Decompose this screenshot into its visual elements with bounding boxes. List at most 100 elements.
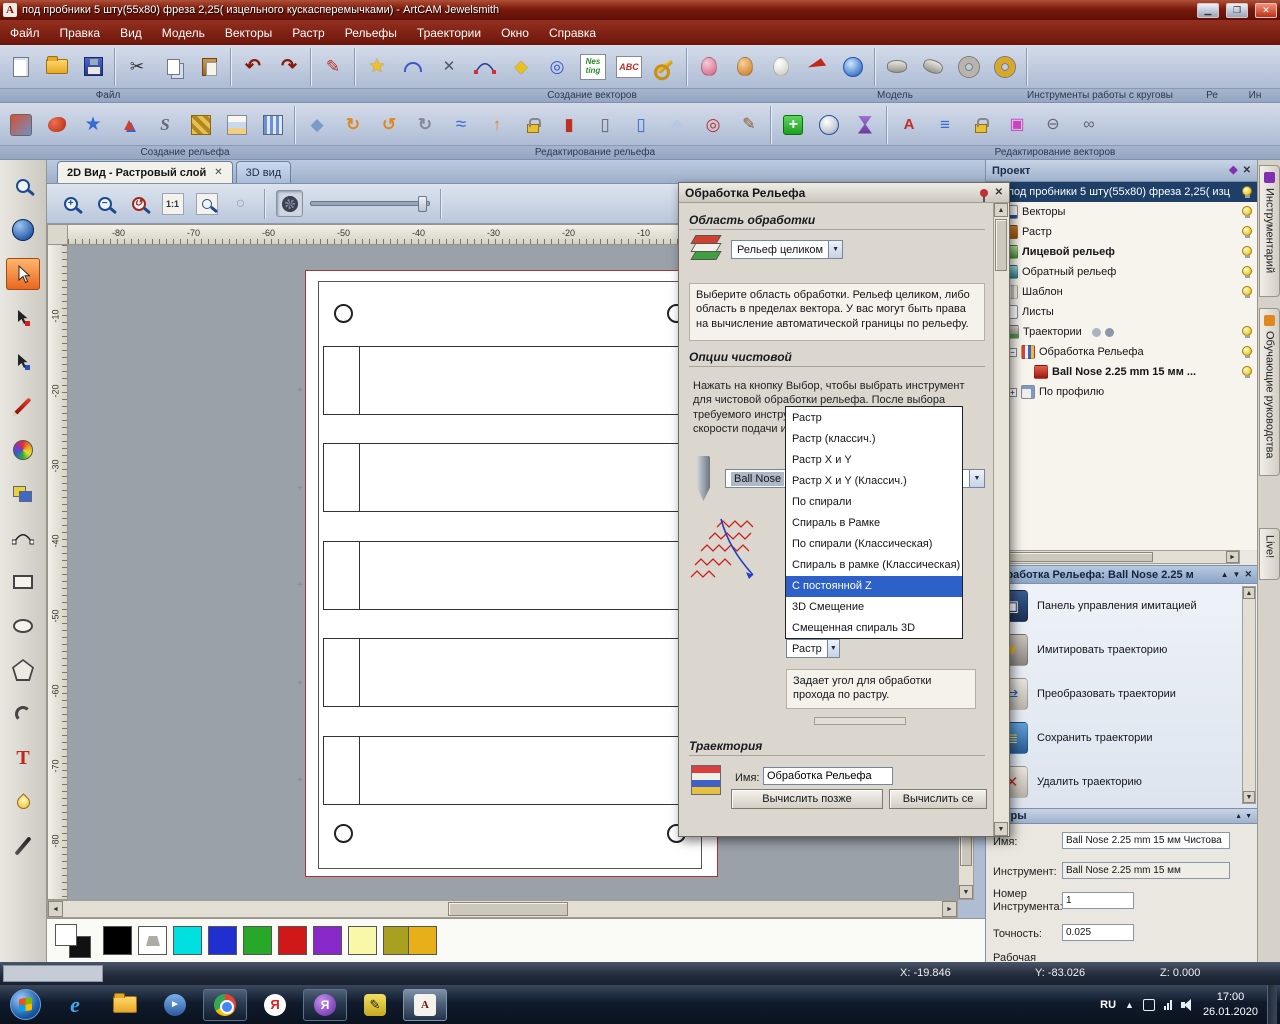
orbit-view-tool-icon[interactable]	[6, 214, 40, 246]
relief-texture-icon[interactable]	[256, 106, 290, 144]
project-tab-label[interactable]: Проект	[992, 165, 1030, 177]
dropdown-option[interactable]: По спирали (Классическая)	[786, 534, 962, 555]
language-indicator[interactable]: RU	[1100, 999, 1116, 1011]
visibility-bulb-icon[interactable]	[1242, 286, 1252, 298]
taskbar-ie-button[interactable]: e	[53, 989, 97, 1021]
vector-editing-tool-icon[interactable]	[6, 522, 40, 554]
vector-subtract-icon[interactable]: ⊖	[1036, 106, 1070, 144]
tab-tutorials[interactable]: Обучающие руководства	[1259, 308, 1280, 476]
rectangle-tool-icon[interactable]	[6, 566, 40, 598]
palette-swatch-white[interactable]	[138, 926, 167, 955]
toolpath-name-input[interactable]	[763, 767, 893, 785]
lens-blend-icon[interactable]: ◎	[540, 48, 574, 86]
section-down-icon[interactable]: ▼	[1245, 813, 1252, 820]
visibility-bulb-icon[interactable]	[1242, 266, 1252, 278]
dropdown-option[interactable]: Спираль в Рамке	[786, 513, 962, 534]
transform-toolpaths-button[interactable]: ⇄ Преобразовать траектории	[986, 672, 1257, 716]
minimize-button[interactable]: ▁	[1197, 2, 1219, 18]
rotary-wrap-icon[interactable]	[916, 48, 950, 86]
taskbar-chrome-button[interactable]	[203, 988, 247, 1021]
ring-gold-icon[interactable]	[988, 48, 1022, 86]
relief-spin-icon[interactable]: ↻	[336, 106, 370, 144]
dropdown-option[interactable]: По спирали	[786, 492, 962, 513]
panel-close-icon[interactable]: ✕	[1244, 570, 1252, 579]
menu-model[interactable]: Модель	[152, 20, 215, 45]
section-up-icon[interactable]: ▲	[1235, 813, 1242, 820]
scrollbar-thumb[interactable]	[995, 219, 1007, 271]
tree-item-back-relief[interactable]: Обратный рельеф	[986, 262, 1257, 282]
dialog-title-bar[interactable]: Обработка Рельефа ✕	[679, 183, 1009, 203]
simulation-control-panel-button[interactable]: ▣ Панель управления имитацией	[986, 584, 1257, 628]
tag-icon[interactable]: ◆	[1229, 165, 1237, 176]
palette-swatch-red[interactable]	[278, 926, 307, 955]
ellipse-tool-icon[interactable]	[6, 610, 40, 642]
relief-star-icon[interactable]: ★	[76, 106, 110, 144]
relief-spin-mirror-icon[interactable]: ↺	[372, 106, 406, 144]
tree-item-toolpaths[interactable]: − Траектории	[986, 322, 1257, 342]
dialog-scrollbar[interactable]: ▲ ▼	[993, 203, 1009, 836]
teddy-orange-icon[interactable]	[728, 48, 762, 86]
taskbar-clock[interactable]: 17:00 26.01.2020	[1203, 990, 1258, 1019]
close-button[interactable]: ✕	[1255, 2, 1277, 18]
volume-icon[interactable]	[1180, 998, 1194, 1011]
color-wheel-tool-icon[interactable]	[6, 434, 40, 466]
relief-target-icon[interactable]: ◎	[696, 106, 730, 144]
palette-swatch-blue[interactable]	[208, 926, 237, 955]
trim-vector-icon[interactable]: ✕	[432, 48, 466, 86]
tree-item-machine-relief[interactable]: − Обработка Рельефа	[986, 342, 1257, 362]
tray-expand-icon[interactable]: ▲	[1125, 1000, 1134, 1010]
scroll-down-icon[interactable]: ▼	[959, 885, 973, 899]
save-toolpaths-button[interactable]: ≣ Сохранить траектории	[986, 716, 1257, 760]
relief-raise-icon[interactable]: ↑	[480, 106, 514, 144]
visibility-bulb-icon[interactable]	[1242, 346, 1252, 358]
calculate-later-button[interactable]: Вычислить позже	[731, 789, 883, 809]
carve-knife-icon[interactable]	[800, 48, 834, 86]
relief-wizard-icon[interactable]	[4, 106, 38, 144]
simulate-toolpath-button[interactable]: ▼ Имитировать траекторию	[986, 628, 1257, 672]
tab-2d-view[interactable]: 2D Вид - Растровый слой ✕	[57, 161, 233, 183]
arc-tool-icon[interactable]	[6, 698, 40, 730]
relief-extrude-icon[interactable]: ▲	[112, 106, 146, 144]
visibility-bulb-icon[interactable]	[1242, 246, 1252, 258]
relief-sculpt-icon[interactable]: ✎	[732, 106, 766, 144]
taskbar-explorer-button[interactable]	[103, 989, 147, 1021]
vector-fit-text-icon[interactable]: A	[892, 106, 926, 144]
dropdown-option-selected[interactable]: С постоянной Z	[786, 576, 962, 597]
horizontal-scrollbar[interactable]: ◄ ►	[47, 900, 958, 918]
taskbar-browser-button[interactable]: Я	[303, 988, 347, 1021]
palette-swatch-purple[interactable]	[313, 926, 342, 955]
scroll-right-icon[interactable]: ►	[1226, 551, 1239, 563]
relief-rotate-icon[interactable]: ↻	[408, 106, 442, 144]
relief-sphere-icon[interactable]	[812, 106, 846, 144]
taskbar-yandex-button[interactable]: Я	[253, 989, 297, 1021]
menu-file[interactable]: Файл	[0, 20, 50, 45]
visibility-bulb-icon[interactable]	[1242, 186, 1252, 198]
action-center-icon[interactable]	[1142, 998, 1155, 1011]
copy-icon[interactable]	[156, 48, 190, 86]
slider-thumb[interactable]	[418, 196, 427, 212]
simulation-scrollbar[interactable]: ▲ ▼	[1242, 586, 1256, 804]
fillet-tool-icon[interactable]	[6, 786, 40, 818]
scroll-up-icon[interactable]: ▲	[994, 203, 1008, 217]
tree-item-front-relief[interactable]: Лицевой рельеф	[986, 242, 1257, 262]
paste-icon[interactable]	[192, 48, 226, 86]
save-model-icon[interactable]	[76, 48, 110, 86]
new-model-icon[interactable]	[4, 48, 38, 86]
dropdown-option[interactable]: Растр	[786, 408, 962, 429]
text-vector-icon[interactable]: ABC	[612, 48, 646, 86]
scroll-down-icon[interactable]: ▼	[1243, 791, 1255, 803]
tree-item-profile[interactable]: + По профилю	[986, 382, 1257, 402]
delete-toolpath-button[interactable]: ✕ Удалить траекторию	[986, 760, 1257, 804]
tree-item-sheets[interactable]: Листы	[986, 302, 1257, 322]
dialog-close-icon[interactable]: ✕	[995, 187, 1003, 198]
transform-tool-icon[interactable]	[6, 346, 40, 378]
relief-weave-icon[interactable]	[184, 106, 218, 144]
tree-item-raster[interactable]: Растр	[986, 222, 1257, 242]
tree-item-template[interactable]: Шаблон	[986, 282, 1257, 302]
relief-angle-icon[interactable]: ◆	[300, 106, 334, 144]
relief-pillar-icon[interactable]: ▯	[588, 106, 622, 144]
visibility-bulb-icon[interactable]	[1242, 206, 1252, 218]
start-button[interactable]	[10, 989, 41, 1020]
nesting-icon[interactable]: Nes ting	[576, 48, 610, 86]
palette-swatch-black[interactable]	[103, 926, 132, 955]
